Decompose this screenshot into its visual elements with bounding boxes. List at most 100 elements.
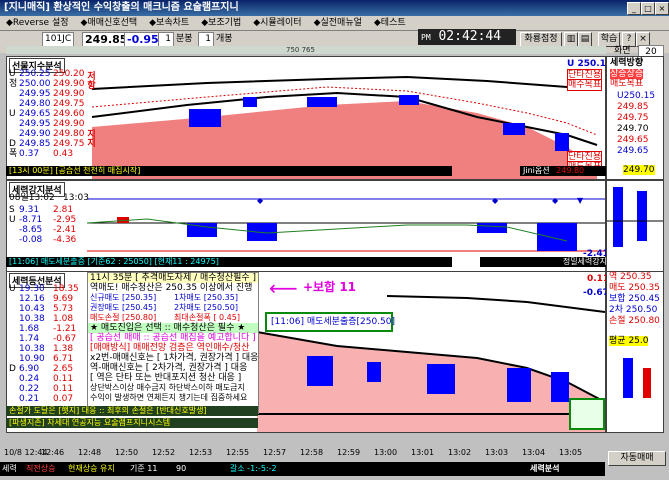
mini-bar [623,358,633,398]
diamond-marker: ◆ [492,196,499,205]
auto-trade-button[interactable]: 자동매매 [608,451,666,466]
menu-item[interactable]: ◆실전매뉴얼 [308,16,368,30]
status-l2: 직전상승 [26,464,56,473]
time-tick: 13:01 [411,448,435,457]
menu-item[interactable]: ◆매매신호선택 [75,16,144,30]
info-cell: 최대손절폭 [ 0.45] [174,313,240,322]
mini-bar [637,191,647,241]
table-row: 249.95 249.90 [9,119,87,129]
cell-b: 250.20 [53,69,85,79]
bar-chart-icon[interactable]: ▥ [564,32,578,47]
panel2-footer: [11:06] 매도세분출증 [기준62 : 25050] [현재11 : 24… [6,257,452,267]
line-chart-icon[interactable]: ▤ [578,32,592,47]
time-tick: 12:57 [263,448,287,457]
status-l6: 갈소 -1:-5:-2 [230,464,277,473]
table-row: 10.38 1.08 [9,314,87,324]
force-bar [477,223,507,233]
table-row: 249.80 249.75 [9,99,87,109]
table-row: S 9.31 2.81 [9,205,87,215]
cell-b: 249.90 [53,89,85,99]
table-row: 0.24 0.11 [9,374,87,384]
eq-bar [367,362,381,382]
close-icon[interactable]: × [655,2,669,15]
time-tick: 13:02 [448,448,472,457]
cell-b: -2.95 [53,215,77,225]
cell-a: 250.00 [19,79,51,89]
cell-a: 6.90 [19,364,40,374]
cell-b: 249.90 [53,119,85,129]
table-row: 249.90 249.80 [9,129,87,139]
level-label: 보합 250.45 [609,294,660,304]
cell-a: -8.65 [19,225,43,235]
cell-b: 2.81 [53,205,74,215]
table-row: 10.38 1.38 [9,344,87,354]
learn-button[interactable]: 학습 [598,32,620,47]
strip-numbers: 750 765 [286,46,315,54]
cell-a: -0.08 [19,235,43,245]
table-row: 249.95 249.90 [9,89,87,99]
menu-item[interactable]: ◆보조기법 [195,16,247,30]
table-row: 1.74 -0.67 [9,334,87,344]
volume-bar [555,133,569,151]
level-label: 249.85 [617,102,649,112]
maximize-icon[interactable]: □ [641,2,655,15]
futures-chart [91,75,598,179]
menu-item[interactable]: ◆테스트 [368,16,412,30]
panel2-footer-right: 정밀세력강지 [480,257,610,267]
cell-a: 0.37 [19,149,40,159]
menu-item[interactable]: ◆보속차트 [143,16,195,30]
base-signal-box [569,398,605,430]
avg-value: 25.0 [628,336,649,346]
cell-a: 0.24 [19,374,40,384]
period-input[interactable]: 1 [158,32,174,47]
direction-levels: U250.15 249.85 249.75 249.70 249.65 249.65 [617,91,655,157]
level-label: 249.75 [617,113,649,123]
cell-b: 249.90 [53,79,85,89]
mini-bar [643,368,651,398]
level-label: 249.65 [617,135,649,145]
table-row: U 19.30 18.35 [9,284,87,294]
cell-a: 10.90 [19,354,45,364]
volume-bar [307,97,337,107]
force-mini-panel [606,180,664,272]
level-label: 손절 250.80 [609,316,660,326]
title-bar: [지니매직] 환상적인 수익창출의 매크니즘 요술램프지니 _ □ × [0,0,669,16]
window-title: [지니매직] 환상적인 수익창출의 매크니즘 요술램프지니 [4,2,239,13]
cell-b: -2.41 [53,225,77,235]
cell-a: 9.31 [19,205,40,215]
cell-a: 0.22 [19,384,40,394]
cell-a: 249.80 [19,99,51,109]
cell-k: 정 [9,79,18,89]
clock-ampm: PM [421,33,431,42]
futures-index-panel: 선물지수분석 U 250.25 250.20 정 250.00 249.90 249.95 2… [6,56,612,180]
current-price: 249.85 [82,32,128,47]
cell-b: 249.75 [53,99,85,109]
cell-b: 9.69 [53,294,74,304]
count-unit: 개봉 [216,34,233,44]
eq-bar [551,372,569,402]
table-row: 10.90 6.71 [9,354,87,364]
cell-a: 249.95 [19,89,51,99]
menu-bar: ◆Reverse 설정 ◆매매신호선택 ◆보속차트 ◆보조기법 ◆시뮬레이터 ◆실전매뉴얼… [0,16,669,31]
volume-bar [503,123,525,135]
status-l1: 세력 [2,464,17,473]
cell-k: D [9,139,16,149]
upper-band-line [91,75,598,90]
flat-signal-text: +보합 11 [303,280,357,294]
cell-b: 249.75 [53,139,85,149]
hwaryong-button[interactable]: 화룡점정 [520,32,562,47]
time-tick: 13:03 [485,448,509,457]
menu-item[interactable]: ◆시뮬레이터 [247,16,307,30]
info-head: 11시 35분 [ 추격매도자제 / 매수청산필수 ] [88,273,258,283]
direction-sub: 상승상승 [610,69,644,79]
time-tick: 13:05 [559,448,583,457]
cell-b: 249.60 [53,109,85,119]
panel3-footer2: [파생지존] 차세대 연공지능 요술램프지니시스템 [6,418,258,428]
help-button[interactable]: ? [622,32,636,47]
minimize-icon[interactable]: _ [627,2,641,15]
menu-item[interactable]: ◆Reverse 설정 [0,16,75,30]
code-select[interactable]: 101JC [42,32,74,47]
table-row: 0.21 0.07 [9,394,87,404]
count-input[interactable]: 1 [198,32,214,47]
level-label: 249.65 [617,146,649,156]
